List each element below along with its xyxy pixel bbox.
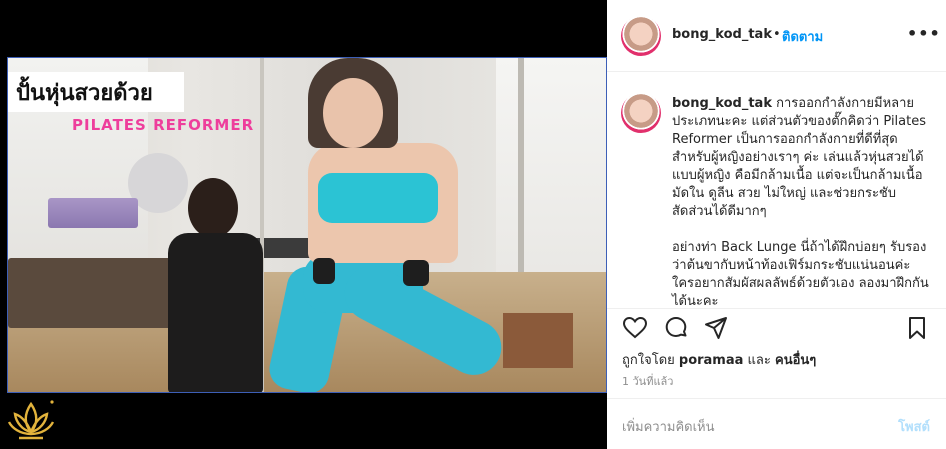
instagram-post-modal: ปั้นหุ่นสวยด้วย PILATES REFORMER bong_ko…	[0, 0, 946, 449]
author-username[interactable]: bong_kod_tak	[672, 27, 772, 42]
avatar[interactable]	[621, 16, 661, 56]
caption-text: bong_kod_tak การออกกำลังกายมีหลายประเภทน…	[672, 95, 934, 308]
comment-input[interactable]: เพิ่มความคิดเห็น	[622, 416, 715, 437]
comment-icon[interactable]	[663, 315, 689, 341]
comment-box: เพิ่มความคิดเห็น โพสต์	[607, 398, 946, 449]
video-title: ปั้นหุ่นสวยด้วย	[16, 81, 153, 106]
scene-trainer	[158, 178, 268, 392]
follow-button[interactable]: ติดตาม	[782, 26, 823, 47]
post-side-panel: bong_kod_tak • ติดตาม ••• bong_kod_tak ก…	[607, 0, 946, 449]
more-options-icon[interactable]: •••	[907, 24, 941, 43]
caption-paragraph-1: การออกกำลังกายมีหลายประเภทนะคะ แต่ส่วนตั…	[672, 96, 927, 219]
action-bar: ถูกใจโดย poramaa และ คนอื่นๆ 1 วันที่แล้…	[607, 308, 946, 408]
bookmark-icon[interactable]	[904, 315, 930, 341]
likes-summary: ถูกใจโดย poramaa และ คนอื่นๆ	[622, 349, 816, 370]
likes-others-link[interactable]: คนอื่นๆ	[775, 353, 816, 368]
post-comment-button[interactable]: โพสต์	[898, 416, 930, 437]
post-timestamp[interactable]: 1 วันที่แล้ว	[622, 372, 673, 390]
lotus-logo-icon	[7, 400, 55, 440]
scene-model	[265, 58, 528, 392]
likes-user-link[interactable]: poramaa	[679, 353, 744, 368]
post-header: bong_kod_tak • ติดตาม •••	[607, 0, 946, 72]
paper-plane-icon[interactable]	[703, 315, 729, 341]
caption-paragraph-2: อย่างท่า Back Lunge นี่ถ้าได้ฝึกบ่อยๆ รั…	[672, 240, 929, 308]
post-video[interactable]: ปั้นหุ่นสวยด้วย PILATES REFORMER	[7, 57, 607, 393]
separator-dot: •	[773, 27, 781, 42]
caption-username[interactable]: bong_kod_tak	[672, 96, 772, 111]
heart-icon[interactable]	[622, 315, 648, 341]
video-subtitle: PILATES REFORMER	[72, 116, 255, 134]
scene-mats	[48, 198, 138, 228]
caption-avatar[interactable]	[621, 93, 661, 133]
media-pane: ปั้นหุ่นสวยด้วย PILATES REFORMER	[0, 0, 607, 449]
likes-prefix: ถูกใจโดย	[622, 353, 675, 368]
caption-section: bong_kod_tak การออกกำลังกายมีหลายประเภทน…	[607, 73, 946, 308]
likes-conj: และ	[747, 353, 771, 368]
